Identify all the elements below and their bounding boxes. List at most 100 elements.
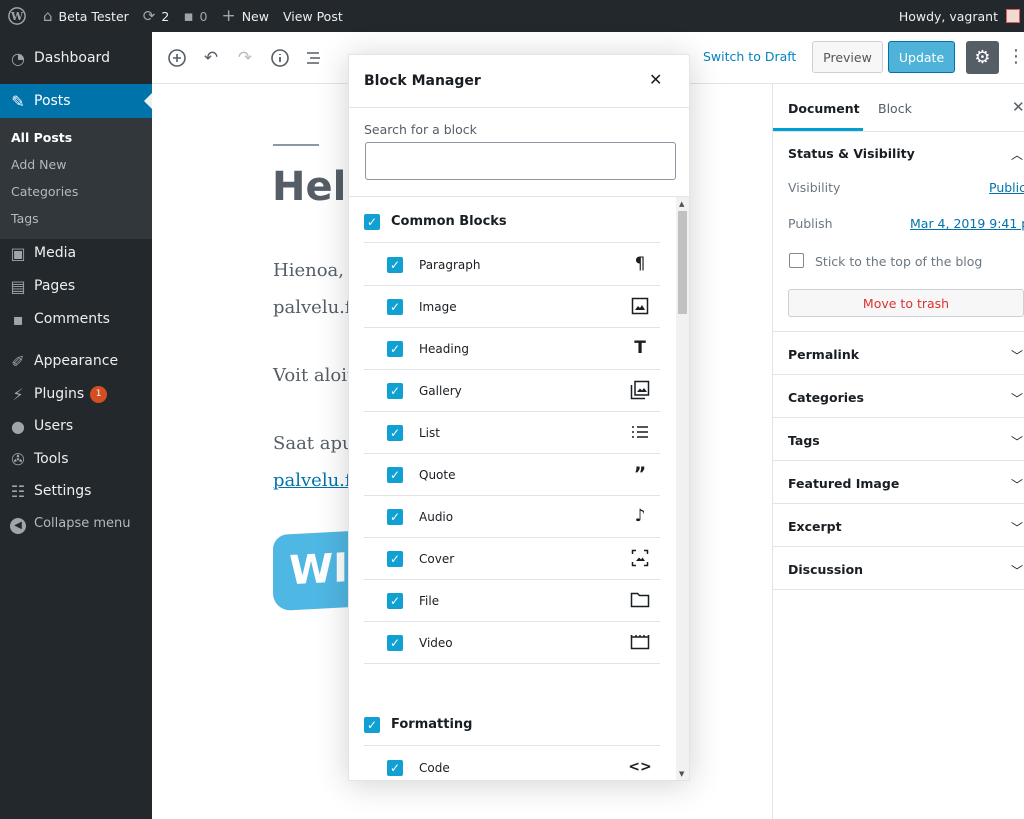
block-row-list[interactable]: ✓ List xyxy=(364,412,660,454)
site-name-link[interactable]: ⌂ Beta Tester xyxy=(36,0,136,32)
block-row-audio[interactable]: ✓ Audio ♪ xyxy=(364,496,660,538)
list-icon xyxy=(630,422,650,442)
more-menu-button[interactable]: ⋮ xyxy=(1007,46,1024,67)
modal-header: Block Manager ✕ xyxy=(349,55,689,108)
discussion-panel[interactable]: Discussion ﹀ xyxy=(773,547,1024,590)
block-row-quote[interactable]: ✓ Quote ” xyxy=(364,454,660,496)
menu-item-comments[interactable]: ▪ Comments xyxy=(0,308,152,330)
block-row-video[interactable]: ✓ Video xyxy=(364,622,660,664)
categories-panel[interactable]: Categories ﹀ xyxy=(773,375,1024,418)
tab-document[interactable]: Document xyxy=(788,101,860,116)
menu-item-plugins[interactable]: ⚡ Plugins 1 xyxy=(0,383,152,405)
close-sidebar-button[interactable]: ✕ xyxy=(1012,98,1024,116)
menu-item-label: Tools xyxy=(34,451,69,467)
block-label: Quote xyxy=(419,468,456,482)
block-checkbox[interactable]: ✓ xyxy=(387,635,403,651)
category-checkbox[interactable]: ✓ xyxy=(364,214,380,230)
visibility-value[interactable]: Public xyxy=(989,180,1024,195)
paragraph-link[interactable]: palvelu.f xyxy=(273,470,352,491)
block-row-heading[interactable]: ✓ Heading T xyxy=(364,328,660,370)
menu-item-settings[interactable]: ☷ Settings xyxy=(0,480,152,502)
home-icon: ⌂ xyxy=(43,7,53,25)
block-row-image[interactable]: ✓ Image xyxy=(364,286,660,328)
new-label: New xyxy=(241,8,269,24)
panel-title: Featured Image xyxy=(788,476,900,491)
block-checkbox[interactable]: ✓ xyxy=(387,760,403,776)
new-content-link[interactable]: + New xyxy=(214,0,276,32)
category-checkbox[interactable]: ✓ xyxy=(364,717,380,733)
comments-link[interactable]: ▪ 0 xyxy=(176,0,214,32)
block-row-cover[interactable]: ✓ Cover xyxy=(364,538,660,580)
preview-button[interactable]: Preview xyxy=(812,41,883,73)
comment-bubble-icon: ▪ xyxy=(183,7,194,25)
outline-list-icon xyxy=(307,52,320,64)
scroll-thumb[interactable] xyxy=(678,211,687,314)
block-checkbox[interactable]: ✓ xyxy=(387,383,403,399)
move-to-trash-button[interactable]: Move to trash xyxy=(788,289,1024,317)
post-title[interactable]: Hell xyxy=(272,164,360,210)
my-account[interactable]: Howdy, vagrant xyxy=(899,0,1024,32)
switch-to-draft-link[interactable]: Switch to Draft xyxy=(703,49,796,64)
menu-item-posts[interactable]: ✎ Posts xyxy=(0,84,152,118)
menu-item-media[interactable]: ▣ Media xyxy=(0,242,152,264)
block-checkbox[interactable]: ✓ xyxy=(387,551,403,567)
redo-button[interactable]: ↷ xyxy=(232,45,258,71)
modal-close-button[interactable]: ✕ xyxy=(649,70,662,89)
menu-item-tools[interactable]: ✇ Tools xyxy=(0,448,152,470)
video-icon xyxy=(630,632,650,652)
block-row-code[interactable]: ✓ Code <> xyxy=(364,747,660,780)
block-checkbox[interactable]: ✓ xyxy=(387,341,403,357)
block-checkbox[interactable]: ✓ xyxy=(387,257,403,273)
scroll-down-arrow-icon[interactable]: ▼ xyxy=(679,770,684,778)
audio-icon: ♪ xyxy=(634,506,646,526)
paragraph-block[interactable]: palvelu.f xyxy=(273,297,352,318)
menu-item-appearance[interactable]: ✐ Appearance xyxy=(0,350,152,372)
submenu-all-posts[interactable]: All Posts xyxy=(11,130,72,145)
view-post-link[interactable]: View Post xyxy=(276,0,350,32)
info-button[interactable] xyxy=(267,45,293,71)
publish-date[interactable]: Mar 4, 2019 9:41 pm xyxy=(910,216,1024,231)
category-row-formatting[interactable]: ✓ Formatting xyxy=(364,700,660,746)
excerpt-panel[interactable]: Excerpt ﹀ xyxy=(773,504,1024,547)
block-checkbox[interactable]: ✓ xyxy=(387,593,403,609)
updates-link[interactable]: ⟳ 2 xyxy=(136,0,177,32)
paintbrush-icon: ✐ xyxy=(11,351,25,371)
submenu-categories[interactable]: Categories xyxy=(11,184,78,199)
settings-toggle-button[interactable]: ⚙ xyxy=(966,41,999,74)
scroll-up-arrow-icon[interactable]: ▲ xyxy=(679,200,684,208)
submenu-tags[interactable]: Tags xyxy=(11,211,39,226)
tags-panel[interactable]: Tags ﹀ xyxy=(773,418,1024,461)
menu-item-dashboard[interactable]: ◔ Dashboard xyxy=(0,41,152,75)
block-checkbox[interactable]: ✓ xyxy=(387,467,403,483)
collapse-menu-button[interactable]: ◀ Collapse menu xyxy=(0,512,152,534)
undo-button[interactable]: ↶ xyxy=(198,45,224,71)
block-checkbox[interactable]: ✓ xyxy=(387,509,403,525)
block-checkbox[interactable]: ✓ xyxy=(387,425,403,441)
greeting: Howdy, vagrant xyxy=(898,8,998,24)
permalink-panel[interactable]: Permalink ﹀ xyxy=(773,332,1024,375)
submenu-add-new[interactable]: Add New xyxy=(11,157,66,172)
paragraph-block[interactable]: Voit aloit xyxy=(273,365,354,386)
sticky-checkbox[interactable] xyxy=(789,253,804,268)
tab-block[interactable]: Block xyxy=(878,101,912,116)
block-row-paragraph[interactable]: ✓ Paragraph ¶ xyxy=(364,244,660,286)
block-search-input[interactable] xyxy=(365,142,676,180)
publish-label: Publish xyxy=(788,216,833,231)
category-row-common[interactable]: ✓ Common Blocks xyxy=(364,197,660,243)
update-button[interactable]: Update xyxy=(888,41,955,73)
add-block-button[interactable] xyxy=(164,45,190,71)
menu-item-pages[interactable]: ▤ Pages xyxy=(0,275,152,297)
chevron-up-icon[interactable]: ︿ xyxy=(1011,146,1023,163)
wordpress-logo-button[interactable]: W xyxy=(0,0,36,32)
block-row-file[interactable]: ✓ File xyxy=(364,580,660,622)
block-row-gallery[interactable]: ✓ Gallery xyxy=(364,370,660,412)
outline-button[interactable] xyxy=(301,45,327,71)
menu-item-users[interactable]: ● Users xyxy=(0,415,152,437)
featured-image-panel[interactable]: Featured Image ﹀ xyxy=(773,461,1024,504)
settings-sliders-icon: ☷ xyxy=(10,481,26,501)
block-checkbox[interactable]: ✓ xyxy=(387,299,403,315)
view-post-label: View Post xyxy=(282,8,343,24)
updates-count: 2 xyxy=(161,8,170,24)
block-list-scrollbar[interactable]: ▲ ▼ xyxy=(676,197,689,780)
panel-title[interactable]: Status & Visibility xyxy=(788,146,915,161)
